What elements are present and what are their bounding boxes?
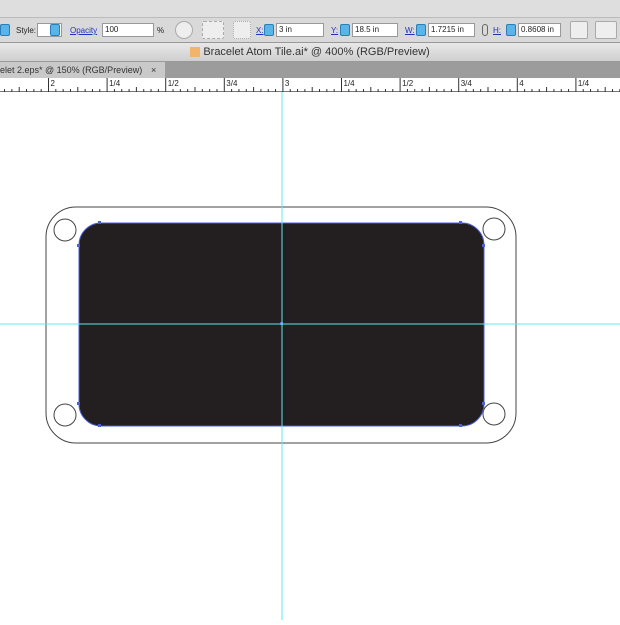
percent-label: %: [157, 26, 165, 35]
w-field[interactable]: 1.7215 in: [428, 23, 475, 37]
w-label: W:: [405, 26, 415, 35]
ruler-label: 4: [519, 79, 524, 88]
y-value: 18.5 in: [355, 25, 380, 34]
selection-tool-icon[interactable]: [595, 21, 617, 39]
style-label: Style:: [16, 26, 37, 35]
align-icon[interactable]: [202, 21, 224, 39]
ruler-label: 1/2: [402, 79, 414, 88]
x-stepper[interactable]: [264, 24, 274, 36]
h-field[interactable]: 0.8608 in: [518, 23, 561, 37]
document-icon: [190, 47, 201, 58]
h-value: 0.8608 in: [521, 25, 554, 34]
hole-top-right[interactable]: [482, 217, 506, 241]
close-icon[interactable]: ×: [151, 62, 156, 78]
y-stepper[interactable]: [340, 24, 350, 36]
horizontal-ruler[interactable]: 2 1/4 1/2 3/4 3 1/4 1/2 3/4 4 1/4: [0, 78, 620, 92]
window-title-bar: Bracelet Atom Tile.ai* @ 400% (RGB/Previ…: [0, 43, 620, 62]
reference-point-icon[interactable]: [233, 21, 251, 39]
style-dropdown[interactable]: [37, 23, 62, 37]
h-label: H:: [493, 26, 501, 35]
ruler-label: 1/4: [109, 79, 121, 88]
y-field[interactable]: 18.5 in: [352, 23, 398, 37]
x-field[interactable]: 3 in: [276, 23, 324, 37]
dropdown-button[interactable]: [0, 24, 10, 36]
y-label: Y:: [331, 26, 339, 35]
w-stepper[interactable]: [416, 24, 426, 36]
opacity-value: 100: [105, 25, 119, 34]
menu-bar: [0, 0, 620, 18]
window-title: Bracelet Atom Tile.ai* @ 400% (RGB/Previ…: [203, 46, 430, 58]
opacity-link[interactable]: Opacity: [70, 26, 97, 35]
ruler-label: 1/2: [168, 79, 180, 88]
ruler-label: 1/4: [344, 79, 356, 88]
hole-top-left[interactable]: [53, 218, 77, 242]
link-icon[interactable]: [482, 24, 488, 36]
control-bar: Style: Opacity 100 % X: 3 in Y: 18.5 in …: [0, 18, 620, 43]
ruler-label: 1/4: [578, 79, 590, 88]
chevron-down-icon: [50, 24, 60, 36]
transform-icon[interactable]: [570, 21, 588, 39]
artboard-canvas[interactable]: [0, 92, 620, 620]
tab-document[interactable]: elet 2.eps* @ 150% (RGB/Preview) ×: [0, 62, 165, 78]
h-stepper[interactable]: [506, 24, 516, 36]
x-value: 3 in: [279, 25, 292, 34]
tab-bar: elet 2.eps* @ 150% (RGB/Preview) ×: [0, 62, 620, 78]
w-value: 1.7215 in: [431, 25, 464, 34]
hole-bottom-right[interactable]: [482, 402, 506, 426]
x-label: X:: [256, 26, 264, 35]
ruler-label: 3/4: [226, 79, 238, 88]
tab-label: elet 2.eps* @ 150% (RGB/Preview): [0, 65, 143, 75]
ruler-label: 3: [285, 79, 290, 88]
ruler-label: 3/4: [461, 79, 473, 88]
opacity-field[interactable]: 100: [102, 23, 154, 37]
ruler-label: 2: [51, 79, 56, 88]
hole-bottom-left[interactable]: [53, 403, 77, 427]
recolor-icon[interactable]: [175, 21, 193, 39]
